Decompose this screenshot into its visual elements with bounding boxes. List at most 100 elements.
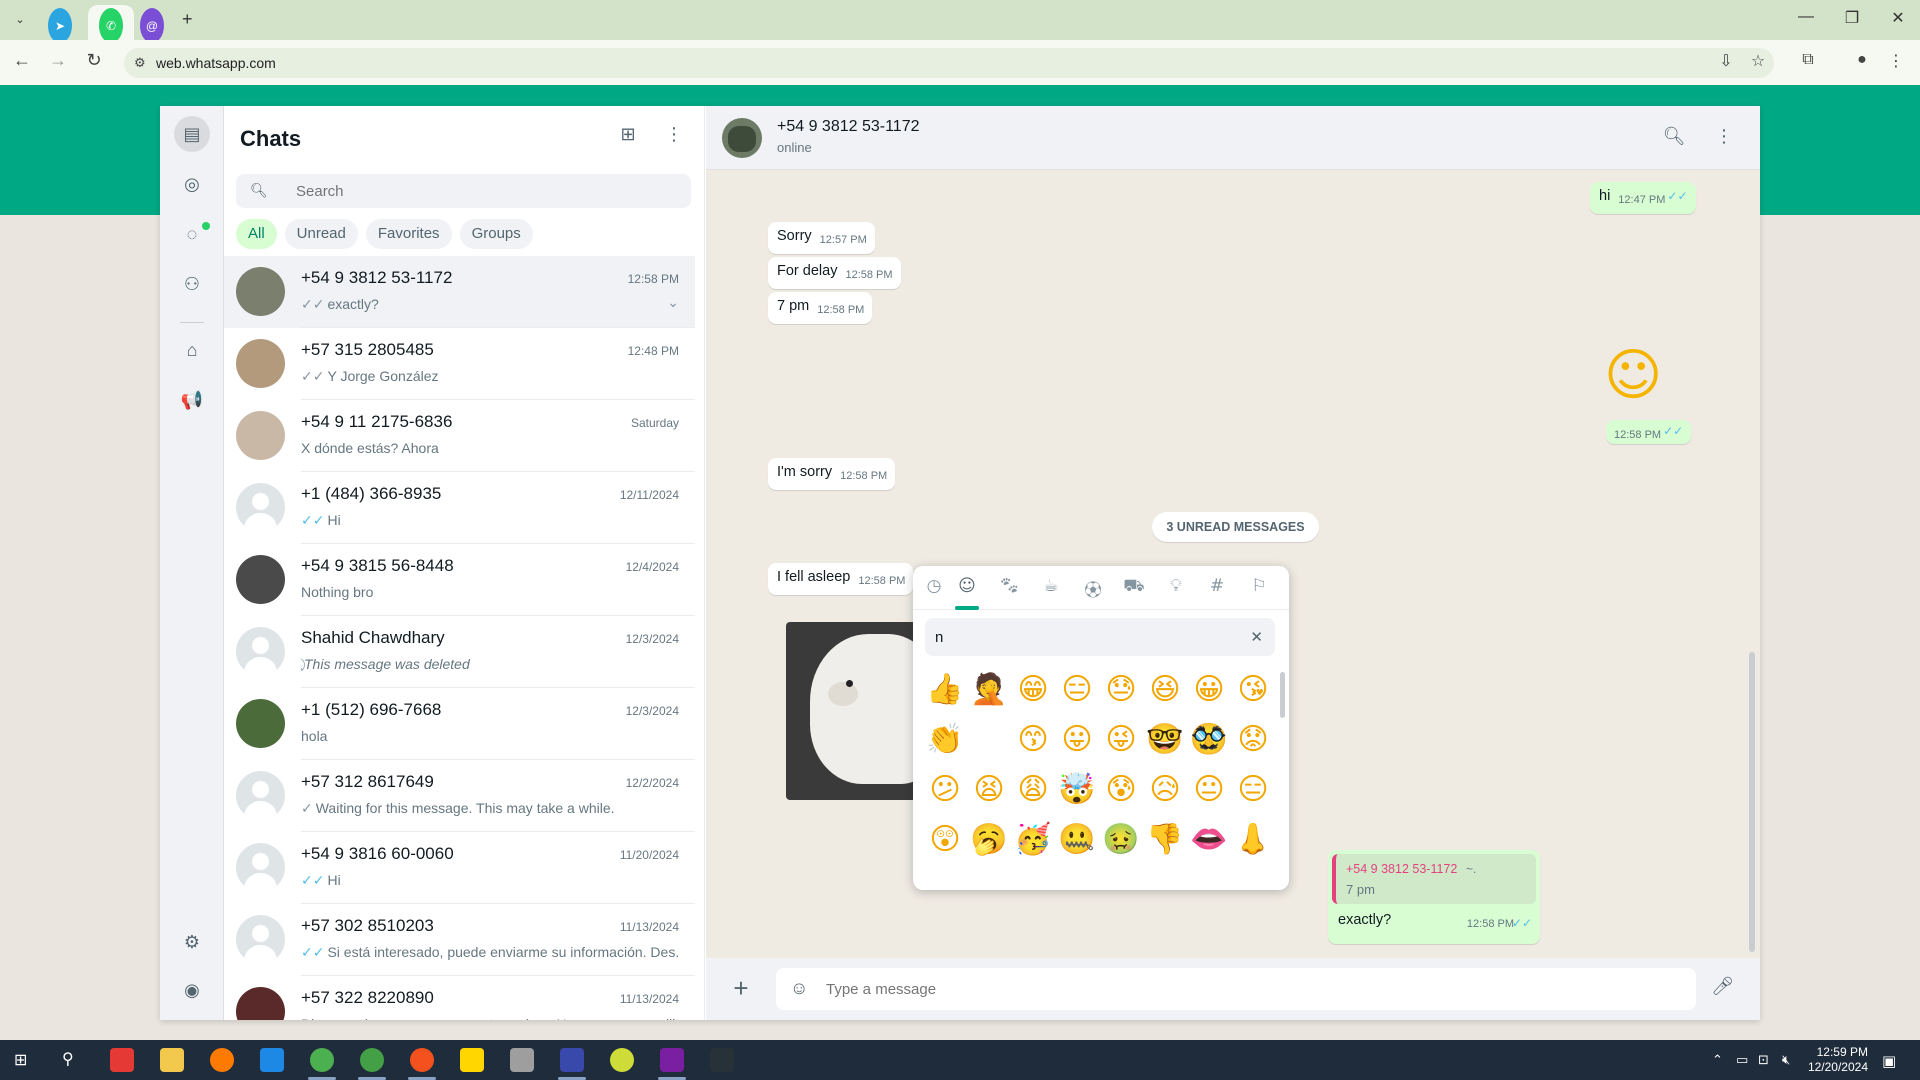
bookmark-star-icon[interactable]: ☆ (1746, 51, 1770, 71)
avatar[interactable] (236, 843, 285, 892)
file-explorer-icon[interactable] (160, 1048, 184, 1072)
activity-tab-icon[interactable]: ⚽︎ (1079, 576, 1107, 601)
onenote-icon[interactable] (660, 1048, 684, 1072)
conversation-scrollbar[interactable] (1749, 652, 1755, 952)
chat-list-item[interactable]: Shahid Chawdhary 12/3/2024⃠This message w… (224, 616, 695, 688)
emoji-option[interactable]: 🤢 (1099, 818, 1143, 862)
app-anydesk-icon[interactable] (110, 1048, 134, 1072)
emoji-option[interactable]: 😟 (1231, 718, 1275, 762)
chat-list-item[interactable]: +57 312 8617649 12/2/2024 ✓ Waiting for thi… (224, 760, 695, 832)
emoji-option[interactable]: 👄 (1187, 818, 1231, 862)
app-bird-icon[interactable] (510, 1048, 534, 1072)
filter-all[interactable]: All (236, 219, 277, 249)
emoji-option[interactable]: 😩 (1011, 768, 1055, 812)
sticky-notes-icon[interactable] (460, 1048, 484, 1072)
emoji-option[interactable]: 😫 (967, 768, 1011, 812)
whatsapp-tab-icon[interactable]: ✆ (99, 8, 123, 43)
emoji-option[interactable]: 😲 (923, 818, 967, 862)
animals-tab-icon[interactable]: 🐾︎ (995, 576, 1023, 600)
message-in[interactable]: Sorry 12:57 PM (768, 222, 875, 254)
conversation-header[interactable]: +54 9 3812 53-1172 online 🔍︎ ⋮ (706, 106, 1760, 170)
symbols-tab-icon[interactable]: # (1203, 576, 1231, 600)
reload-icon[interactable]: ↻ (82, 50, 106, 71)
chat-list-item[interactable]: +1 (484) 366-8935 12/11/2024 ✓✓ Hi (224, 472, 695, 544)
sidebar-menu-icon[interactable]: ⋮ (660, 124, 688, 145)
avatar[interactable] (236, 267, 285, 316)
message-input[interactable] (826, 968, 1676, 1010)
emoji-scrollbar[interactable] (1280, 672, 1285, 718)
install-app-icon[interactable]: ⇩ (1714, 51, 1738, 71)
app-remote-icon[interactable] (560, 1048, 584, 1072)
emoji-option[interactable]: 😜 (1099, 718, 1143, 762)
search-box[interactable]: 🔍︎ (236, 174, 691, 208)
emoji-option[interactable]: 😕 (923, 768, 967, 812)
avatar[interactable] (236, 555, 285, 604)
telegram-tab-icon[interactable]: ➤ (48, 8, 72, 43)
attach-icon[interactable]: + (726, 974, 756, 1002)
new-chat-icon[interactable]: ⊞ (614, 124, 642, 145)
emoji-option[interactable]: 🤯 (1055, 768, 1099, 812)
emoji-option[interactable] (967, 718, 1011, 762)
message-in[interactable]: 7 pm 12:58 PM (768, 292, 873, 324)
chrome-profile-icon[interactable] (360, 1048, 384, 1072)
profile-icon[interactable]: ● (1850, 51, 1874, 69)
emoji-option[interactable]: 👏 (923, 718, 967, 762)
emoji-search-input[interactable] (935, 618, 1235, 656)
emoji-option[interactable]: 😆 (1143, 668, 1187, 712)
avatar[interactable] (236, 339, 285, 388)
chat-menu-icon[interactable]: ⋮ (1710, 126, 1738, 147)
filter-favorites[interactable]: Favorites (365, 219, 452, 249)
contact-name[interactable]: +54 9 3812 53-1172 (777, 118, 920, 136)
status-icon[interactable]: ◎ (174, 166, 210, 202)
app-search-tool-icon[interactable] (210, 1048, 234, 1072)
avatar[interactable] (236, 915, 285, 964)
start-icon[interactable]: ⊞ (14, 1050, 27, 1070)
back-icon[interactable]: ← (10, 50, 34, 71)
site-info-icon[interactable]: ⚙ (134, 55, 146, 71)
avatar[interactable] (236, 771, 285, 820)
notifications-icon[interactable]: ▣ (1882, 1052, 1896, 1070)
restore-icon[interactable]: ❐ (1832, 8, 1872, 28)
advertise-icon[interactable]: 📢 (174, 382, 210, 418)
emoji-message[interactable]: ☺ (1604, 348, 1662, 404)
chat-list-item[interactable]: +57 322 8220890 11/13/2024 Disappearing me… (224, 976, 695, 1020)
taskbar-search-icon[interactable]: ⚲ (62, 1049, 74, 1069)
travel-tab-icon[interactable]: ⛟ (1120, 576, 1148, 600)
filter-groups[interactable]: Groups (459, 219, 533, 249)
emoji-option[interactable]: 😐 (1187, 768, 1231, 812)
emoji-option[interactable]: 🤐 (1055, 818, 1099, 862)
chevron-down-icon[interactable]: ⌄ (667, 294, 679, 311)
system-clock[interactable]: 12:59 PM 12/20/2024 (1808, 1045, 1868, 1075)
emoji-option[interactable]: 👎 (1143, 818, 1187, 862)
chrome-alt-icon[interactable] (410, 1048, 434, 1072)
filter-unread[interactable]: Unread (284, 219, 358, 249)
chat-list-item[interactable]: +57 315 2805485 12:48 PM ✓✓ Y Jorge Gonzále… (224, 328, 695, 400)
chat-list-item[interactable]: +54 9 3816 60-0060 11/20/2024 ✓✓ Hi (224, 832, 695, 904)
microphone-icon[interactable]: 🎤︎ (1711, 976, 1734, 997)
search-in-chat-icon[interactable]: 🔍︎ (1660, 126, 1688, 147)
food-tab-icon[interactable]: ☕︎ (1037, 576, 1065, 600)
avatar[interactable] (236, 987, 285, 1020)
image-message[interactable] (786, 622, 916, 800)
app-x-icon[interactable] (610, 1048, 634, 1072)
threads-tab-icon[interactable]: @ (140, 8, 164, 43)
avatar[interactable] (236, 699, 285, 748)
avatar[interactable] (236, 483, 285, 532)
chrome-icon[interactable] (310, 1048, 334, 1072)
search-input[interactable] (296, 174, 676, 208)
emoji-option[interactable]: 😁 (1011, 668, 1055, 712)
message-in[interactable]: For delay 12:58 PM (768, 257, 901, 289)
emoji-option[interactable]: 😙 (1011, 718, 1055, 762)
tab-search-dropdown-icon[interactable]: ⌄ (8, 8, 32, 43)
emoji-option[interactable]: 🥱 (967, 818, 1011, 862)
extensions-icon[interactable]: ⧉ (1796, 51, 1820, 69)
contact-avatar[interactable] (722, 118, 762, 158)
communities-icon[interactable]: ⚇ (174, 266, 210, 302)
emoji-option[interactable]: 👃 (1231, 818, 1275, 862)
minimize-icon[interactable]: — (1786, 8, 1826, 26)
objects-tab-icon[interactable]: 💡︎ (1162, 576, 1190, 600)
tray-device-icon[interactable]: ▭ (1736, 1052, 1748, 1068)
emoji-option[interactable]: 😥 (1143, 768, 1187, 812)
message-in[interactable]: I fell asleep 12:58 PM (768, 563, 914, 595)
message-in[interactable]: I'm sorry 12:58 PM (768, 458, 896, 490)
